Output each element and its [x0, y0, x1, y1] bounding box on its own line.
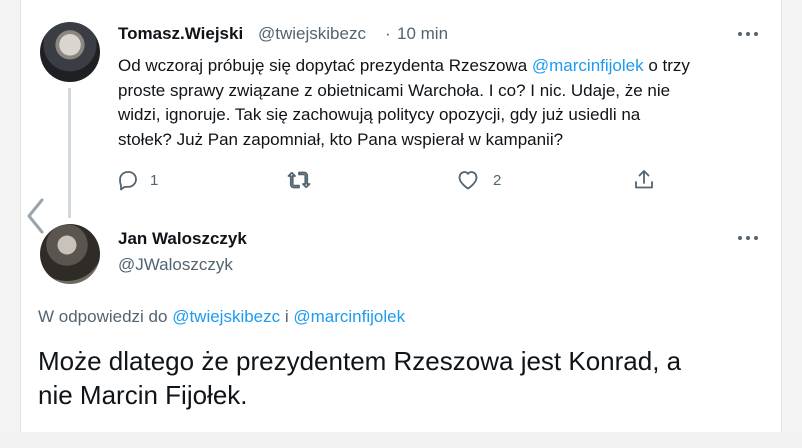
more-icon[interactable]: [736, 234, 760, 242]
parent-timestamp[interactable]: 10 min: [397, 24, 448, 44]
reply-author-name[interactable]: Jan Waloszczyk: [118, 229, 247, 249]
mention-marcinfijolek[interactable]: @marcinfijolek: [293, 307, 405, 326]
tweet-text-line: widzi, ignoruje. Tak się zachowują polit…: [118, 105, 641, 124]
avatar-jan-waloszczyk[interactable]: [40, 224, 100, 284]
thread-connector-line: [68, 88, 71, 218]
tweet-text-line: stołek? Już Pan zapomniał, kto Pana wspi…: [118, 129, 564, 149]
mention-marcinfijolek[interactable]: @marcinfijolek: [532, 56, 644, 75]
timeline-border-left: [20, 0, 21, 432]
avatar-tomasz-wiejski[interactable]: [40, 22, 100, 82]
chevron-left-icon[interactable]: [23, 196, 49, 236]
reply-tweet-text: Może dlatego że prezydentem Rzeszowa jes…: [38, 344, 778, 412]
parent-tweet-text: Od wczoraj próbuję się dopytać prezydent…: [118, 54, 758, 152]
replying-to-line: W odpowiedzi do @twiejskibezc i @marcinf…: [38, 307, 406, 326]
like-icon[interactable]: [456, 168, 480, 192]
right-margin: [782, 0, 802, 448]
tweet-text-line: nie Marcin Fijołek.: [38, 380, 248, 410]
more-icon[interactable]: [736, 30, 760, 38]
mention-twiejskibezc[interactable]: @twiejskibezc: [172, 307, 280, 326]
reply-count: 1: [150, 172, 159, 189]
retweet-icon[interactable]: [287, 168, 311, 192]
tweet-text-line: Może dlatego że prezydentem Rzeszowa jes…: [38, 346, 682, 376]
timeline-border-right: [781, 0, 782, 432]
tweet-text-line: proste sprawy związane z obietnicami War…: [118, 80, 671, 100]
reply-icon[interactable]: [116, 168, 140, 192]
tweet-text-line: Od wczoraj próbuję się dopytać prezydent…: [118, 56, 690, 75]
parent-author-handle[interactable]: @twiejskibezc: [258, 24, 366, 44]
bottom-margin: [0, 432, 802, 448]
parent-author-name[interactable]: Tomasz.Wiejski: [118, 24, 243, 44]
share-icon[interactable]: [632, 168, 656, 192]
reply-author-handle[interactable]: @JWaloszczyk: [118, 255, 233, 275]
meta-separator: ·: [385, 24, 391, 43]
like-count: 2: [493, 172, 502, 189]
left-margin: [0, 0, 20, 448]
